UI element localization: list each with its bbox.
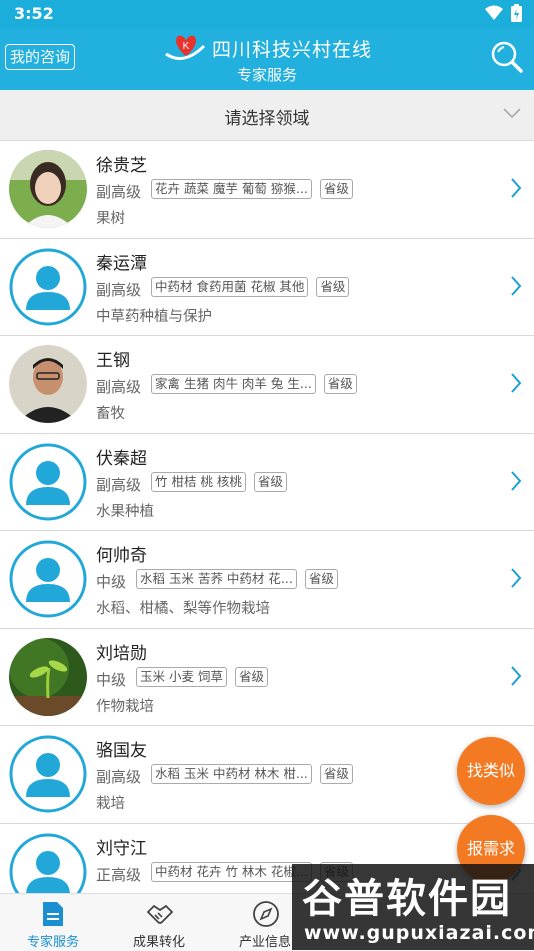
expert-level: 副高级 [96,378,142,396]
chevron-right-icon [511,275,522,296]
expert-tag: 水稻 玉米 中药材 林木 柑... [151,764,312,784]
expert-tag: 省级 [323,374,357,394]
expert-row[interactable]: 何帅奇中级 水稻 玉米 苦荞 中药材 花... 省级水稻、柑橘、梨等作物栽培 [0,531,534,629]
expert-tag: 省级 [304,569,338,589]
expert-field: 畜牧 [96,406,125,422]
document-icon [43,902,63,926]
expert-avatar [9,345,87,423]
expert-avatar [9,443,87,521]
expert-tag: 中药材 食药用菌 花椒 其他 [151,276,309,297]
expert-row[interactable]: 刘培勋中级 玉米 小麦 饲草 省级作物栽培 [0,629,534,726]
handshake-icon [146,904,174,924]
nav-expert-service[interactable]: 专家服务 [0,894,106,951]
expert-level: 中级 [96,670,127,689]
expert-field: 中草药种植与保护 [96,308,212,325]
compass-icon [253,901,279,927]
expert-tag: 竹 柑桔 桃 核桃 [151,471,246,492]
expert-name: 何帅奇 [96,546,147,566]
expert-level: 副高级 [96,183,142,201]
chevron-right-icon [511,470,522,491]
svg-text:K: K [183,41,190,52]
filter-label: 请选择领域 [224,109,310,129]
expert-level: 副高级 [96,280,142,299]
expert-tag: 省级 [253,471,287,492]
expert-avatar [9,248,87,326]
domain-filter-dropdown[interactable]: 请选择领域 [0,90,534,141]
expert-avatar [9,637,87,716]
chevron-right-icon [511,665,522,686]
wifi-icon [485,5,503,20]
expert-field: 作物栽培 [96,698,154,715]
expert-name: 秦运潭 [96,253,147,274]
app-title: 四川科技兴村在线 [212,38,373,61]
logo-icon: K [165,35,206,60]
find-similar-button[interactable]: 找类似 [457,737,525,805]
page-subtitle: 专家服务 [236,66,297,84]
expert-tags: 玉米 小麦 饲草 省级 [136,666,268,687]
expert-tag: 花卉 蔬菜 魔芋 葡萄 猕猴... [151,179,312,199]
expert-name: 刘守江 [96,838,147,859]
watermark-url: www.gupuxiazai.com [304,922,534,944]
expert-avatar [9,735,87,813]
status-time: 3:52 [14,4,54,23]
expert-name: 王钢 [96,351,130,371]
expert-row[interactable]: 王钢副高级 家禽 生猪 肉牛 肉羊 兔 生... 省级畜牧 [0,336,534,434]
chevron-right-icon [511,568,522,588]
app-header: 我的咨询 K 四川科技兴村在线 专家服务 [0,28,534,90]
expert-tag: 省级 [234,666,268,687]
nav-achievements[interactable]: 成果转化 [106,894,212,951]
expert-level: 中级 [96,573,127,591]
expert-tag: 水稻 玉米 苦荞 中药材 花... [136,569,297,589]
nav-label: 成果转化 [132,935,185,950]
expert-name: 伏秦超 [96,448,147,469]
expert-tags: 水稻 玉米 中药材 林木 柑... 省级 [151,764,353,784]
expert-level: 副高级 [96,768,142,786]
status-bar: 3:52 [0,0,534,28]
expert-row[interactable]: 骆国友副高级 水稻 玉米 中药材 林木 柑... 省级栽培 [0,726,534,824]
expert-tags: 竹 柑桔 桃 核桃 省级 [151,471,287,492]
expert-avatar [9,150,87,228]
expert-tags: 中药材 食药用菌 花椒 其他 省级 [151,276,350,297]
watermark-overlay: 谷普软件园 www.gupuxiazai.com [292,864,534,950]
expert-field: 栽培 [96,796,125,812]
expert-tag: 省级 [319,764,353,784]
battery-icon [511,4,522,22]
expert-avatar [9,540,87,618]
chevron-down-icon [503,108,521,119]
expert-tag: 家禽 生猪 肉牛 肉羊 兔 生... [151,374,316,394]
expert-row[interactable]: 徐贵芝副高级 花卉 蔬菜 魔芋 葡萄 猕猴... 省级果树 [0,141,534,239]
status-icons [485,4,522,22]
expert-tag: 中药材 花卉 竹 林木 花椒... [151,861,312,882]
nav-label: 专家服务 [26,935,79,950]
expert-level: 副高级 [96,475,142,494]
search-icon[interactable] [490,40,524,74]
expert-list: 徐贵芝 副高级 花卉 蔬菜 魔芋 葡萄 猕猴... 省级 果树 秦运潭 副高级 中药材 食药用… [0,141,534,921]
chevron-right-icon [511,373,522,393]
expert-field: 水稻、柑橘、梨等作物栽培 [96,601,270,617]
expert-name: 徐贵芝 [96,156,147,176]
expert-tags: 花卉 蔬菜 魔芋 葡萄 猕猴... 省级 [151,179,353,199]
expert-tags: 家禽 生猪 肉牛 肉羊 兔 生... 省级 [151,374,357,394]
expert-tag: 玉米 小麦 饲草 [136,666,227,687]
expert-name: 刘培勋 [96,643,147,664]
chevron-right-icon [511,178,522,198]
expert-tag: 省级 [319,179,353,199]
expert-name: 骆国友 [96,741,147,761]
expert-field: 果树 [96,211,125,227]
expert-tag: 省级 [316,276,350,297]
watermark-title: 谷普软件园 [302,876,512,922]
expert-row[interactable]: 伏秦超副高级竹 柑桔 桃 核桃 省级水果种植 [0,434,534,531]
expert-level: 正高级 [96,865,142,884]
app-logo-title: K 四川科技兴村在线 [162,32,372,64]
expert-tags: 水稻 玉米 苦荞 中药材 花... 省级 [136,569,338,589]
expert-field: 水果种植 [96,503,154,520]
expert-row[interactable]: 秦运潭副高级 中药材 食药用菌 花椒 其他 省级中草药种植与保护 [0,239,534,336]
